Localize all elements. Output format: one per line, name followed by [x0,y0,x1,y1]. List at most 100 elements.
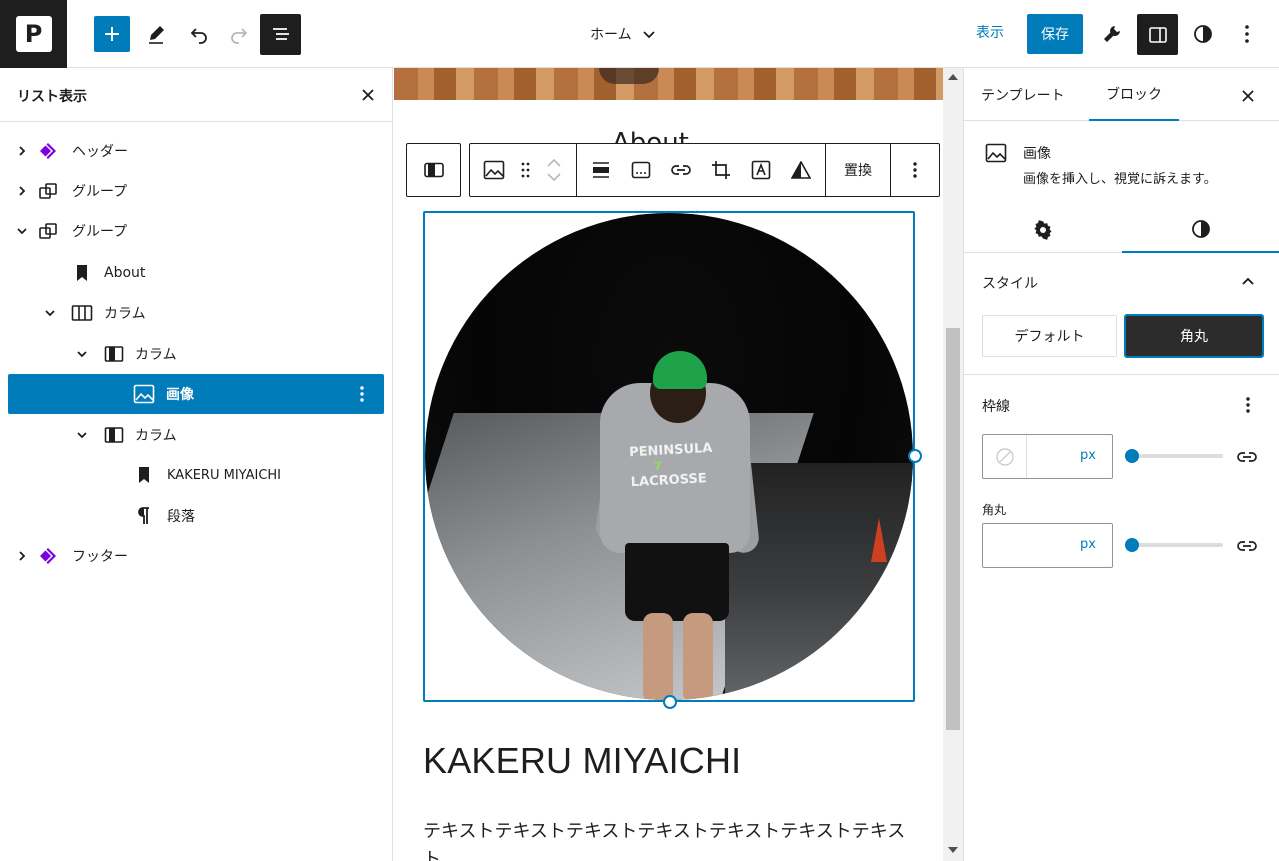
border-radius-unit[interactable]: px [1080,537,1096,552]
duotone-button[interactable] [781,150,821,190]
align-button[interactable] [581,150,621,190]
editor-header: P ホーム 表示 保存 [0,0,1279,68]
name-heading[interactable]: KAKERU MIYAICHI [423,740,741,782]
block-toolbar: 置換 [406,143,940,197]
style-panel-toggle[interactable] [1238,271,1258,291]
chevron-down-icon[interactable] [74,346,90,362]
resize-handle-bottom[interactable] [663,695,677,709]
slider-thumb[interactable] [1125,538,1139,552]
text-over-image-button[interactable] [741,150,781,190]
tab-styles[interactable] [1122,207,1279,253]
list-item-column[interactable]: カラム [8,334,384,374]
block-card: 画像 画像を挿入し、視覚に訴えます。 [964,121,1279,207]
traffic-cone [871,518,887,562]
image-block-selected[interactable]: PENINSULA 7 LACROSSE [423,211,922,709]
list-item-heading[interactable]: About [8,253,384,293]
chevron-right-icon[interactable] [14,548,30,564]
crop-button[interactable] [701,150,741,190]
toolbar-options-group [891,144,939,196]
image-icon [483,160,505,180]
resize-handle-right[interactable] [908,449,922,463]
settings-toggle-button[interactable] [1137,14,1178,55]
sidebar-close-button[interactable] [1236,84,1260,108]
site-icon-button[interactable]: P [0,0,67,68]
paragraph-block[interactable]: テキストテキストテキストテキストテキストテキストテキスト [423,818,923,861]
chevron-right-icon[interactable] [14,143,30,159]
block-inserter-button[interactable] [94,16,130,52]
view-button[interactable]: 表示 [976,22,1004,42]
link-button[interactable] [661,150,701,190]
list-item-group[interactable]: グループ [8,211,384,251]
unlink-radius-button[interactable] [1235,534,1259,558]
caption-button[interactable] [621,150,661,190]
border-color-button[interactable] [983,435,1027,478]
drag-handle-icon [521,162,530,178]
duotone-icon [791,161,811,179]
document-title-dropdown[interactable]: ホーム [590,20,656,48]
options-button[interactable] [1229,16,1265,52]
list-item-paragraph[interactable]: 段落 [8,496,384,536]
radius-label: 角丸 [982,503,1007,517]
style-panel-title[interactable]: スタイル [982,273,1038,293]
list-item-label: グループ [72,224,128,240]
list-view-header: リスト表示 [0,68,392,122]
chevron-down-icon[interactable] [42,305,58,321]
border-panel-options-button[interactable] [1238,393,1258,417]
block-tools-button[interactable] [1094,16,1130,52]
slider-thumb[interactable] [1125,449,1139,463]
list-item-group[interactable]: グループ [8,171,384,211]
border-width-input[interactable]: px [982,434,1113,479]
list-view-close-button[interactable] [357,84,379,106]
sidebar-icon [1148,26,1167,43]
scroll-down-arrow[interactable] [948,847,958,853]
save-button[interactable]: 保存 [1027,14,1083,54]
select-parent-button[interactable] [406,143,461,197]
redo-button[interactable] [221,16,257,52]
list-item-header[interactable]: ヘッダー [8,131,384,171]
border-radius-slider[interactable] [1125,538,1223,552]
text-overlay-icon [751,160,771,180]
list-item-label: KAKERU MIYAICHI [167,467,282,483]
border-width-unit[interactable]: px [1080,448,1096,463]
block-type-button[interactable] [474,150,514,190]
chevron-right-icon[interactable] [14,183,30,199]
chevron-down-icon[interactable] [547,173,561,181]
tab-settings[interactable] [964,207,1122,253]
block-more-options-button[interactable] [895,150,935,190]
group-icon [36,219,60,243]
toolbar-block-group [470,144,577,196]
style-default-option[interactable]: デフォルト [982,315,1117,357]
list-item-column[interactable]: カラム [8,415,384,455]
unlink-sides-button[interactable] [1235,445,1259,469]
undo-button[interactable] [181,16,217,52]
chevron-up-icon[interactable] [547,159,561,167]
tab-template[interactable]: テンプレート [964,68,1082,121]
chevron-down-icon[interactable] [14,223,30,239]
border-width-slider[interactable] [1125,449,1223,463]
scrollbar-thumb[interactable] [946,328,960,730]
list-item-label: グループ [72,184,128,200]
chevron-down-icon[interactable] [74,427,90,443]
move-up-down-buttons[interactable] [536,150,572,190]
drag-handle[interactable] [514,150,536,190]
styles-button[interactable] [1185,16,1221,52]
list-item-footer[interactable]: フッター [8,536,384,576]
list-item-image-selected[interactable]: 画像 [8,374,384,414]
list-item-columns[interactable]: カラム [8,293,384,333]
block-options-button[interactable] [350,382,374,406]
group-icon [36,179,60,203]
style-rounded-option[interactable]: 角丸 [1124,314,1264,358]
tools-edit-button[interactable] [139,16,175,52]
document-overview-button[interactable] [260,14,301,55]
crop-icon [712,161,730,179]
scroll-up-arrow[interactable] [948,74,958,80]
bookmark-heading-icon [132,463,156,487]
list-item-heading[interactable]: KAKERU MIYAICHI [8,455,384,495]
border-radius-input[interactable]: px [982,523,1113,568]
replace-button[interactable]: 置換 [830,160,886,180]
editor-canvas[interactable]: About [394,68,963,861]
list-item-label: カラム [104,306,146,322]
canvas-scrollbar[interactable] [943,68,963,861]
list-item-label: フッター [72,549,128,565]
tab-block[interactable]: ブロック [1089,68,1179,121]
